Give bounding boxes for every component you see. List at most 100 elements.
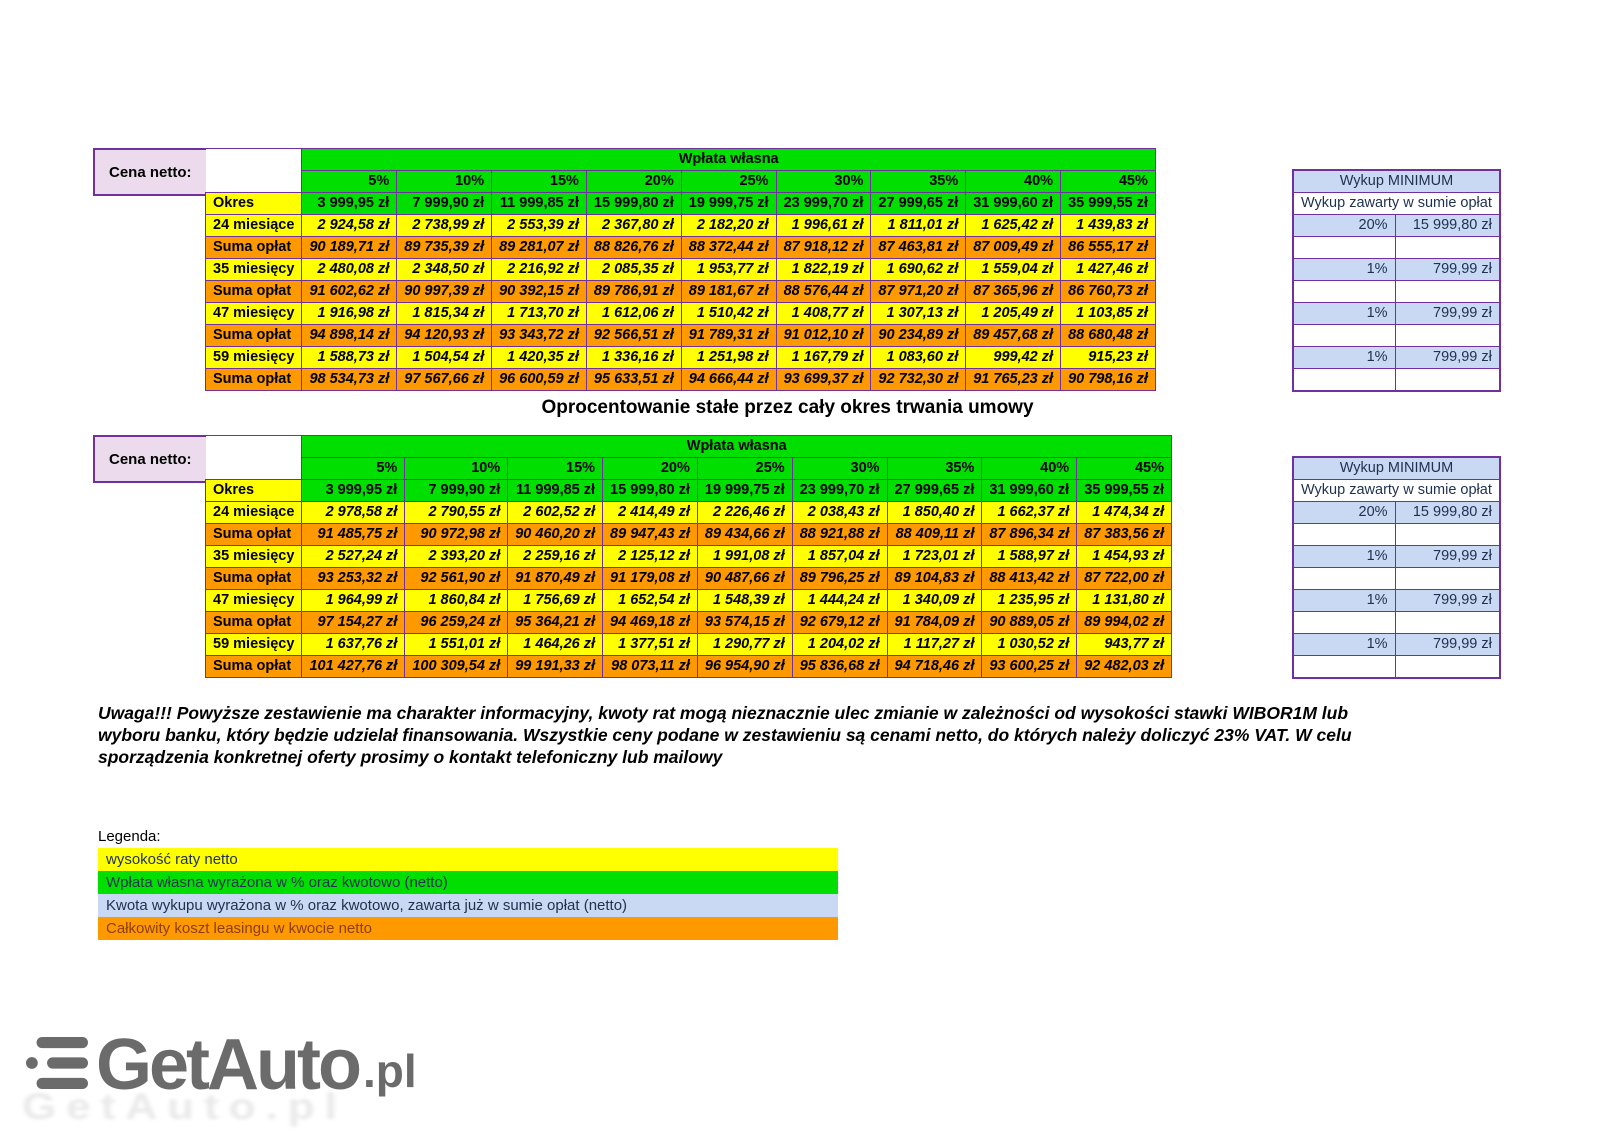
- row-label: Suma opłat: [206, 568, 302, 590]
- wplata-amount-cell: 23 999,70 zł: [776, 193, 871, 215]
- wykup-amount-cell: 15 999,80 zł: [1395, 215, 1500, 237]
- suma-oplat-cell: 97 154,27 zł: [302, 612, 405, 634]
- wplata-amount-cell: 19 999,75 zł: [681, 193, 776, 215]
- rata-cell: 1 510,42 zł: [681, 303, 776, 325]
- okres-label: Okres: [206, 193, 302, 215]
- row-label: Suma opłat: [206, 524, 302, 546]
- suma-oplat-cell: 91 765,23 zł: [966, 369, 1061, 391]
- table-row: Suma opłat101 427,76 zł100 309,54 zł99 1…: [206, 656, 1172, 678]
- table-row: Wpłata własna: [206, 149, 1156, 171]
- rata-cell: 1 850,40 zł: [887, 502, 982, 524]
- wykup-percent-cell: 1%: [1293, 634, 1395, 656]
- table-row: [1293, 612, 1500, 634]
- wykup-amount-cell: [1395, 237, 1500, 259]
- suma-oplat-cell: 96 600,59 zł: [492, 369, 587, 391]
- rata-cell: 915,23 zł: [1061, 347, 1156, 369]
- table-row: Suma opłat97 154,27 zł96 259,24 zł95 364…: [206, 612, 1172, 634]
- row-label: 59 miesięcy: [206, 634, 302, 656]
- rata-cell: 1 167,79 zł: [776, 347, 871, 369]
- rata-cell: 1 117,27 zł: [887, 634, 982, 656]
- rata-cell: 1 030,52 zł: [982, 634, 1077, 656]
- percent-header: 20%: [603, 458, 698, 480]
- section-title: Oprocentowanie stałe przez cały okres tr…: [0, 397, 1575, 419]
- rata-cell: 2 226,46 zł: [697, 502, 792, 524]
- percent-header: 35%: [871, 171, 966, 193]
- suma-oplat-cell: 95 633,51 zł: [586, 369, 681, 391]
- wplata-amount-cell: 7 999,90 zł: [405, 480, 508, 502]
- row-label: 24 miesiące: [206, 215, 302, 237]
- suma-oplat-cell: 92 732,30 zł: [871, 369, 966, 391]
- wykup-percent-cell: [1293, 612, 1395, 634]
- wplata-amount-cell: 15 999,80 zł: [586, 193, 681, 215]
- suma-oplat-cell: 88 921,88 zł: [792, 524, 887, 546]
- suma-oplat-cell: 89 994,02 zł: [1077, 612, 1172, 634]
- wplata-amount-cell: 11 999,85 zł: [508, 480, 603, 502]
- rata-cell: 1 964,99 zł: [302, 590, 405, 612]
- suma-oplat-cell: 89 181,67 zł: [681, 281, 776, 303]
- wykup-percent-cell: 1%: [1293, 347, 1395, 369]
- table-row: 1%799,99 zł: [1293, 347, 1500, 369]
- suma-oplat-cell: 87 463,81 zł: [871, 237, 966, 259]
- suma-oplat-cell: 90 234,89 zł: [871, 325, 966, 347]
- percent-header: 10%: [405, 458, 508, 480]
- legend-title: Legenda:: [98, 826, 838, 848]
- wykup-amount-cell: [1395, 369, 1500, 392]
- wykup-amount-cell: [1395, 524, 1500, 546]
- suma-oplat-cell: 86 760,73 zł: [1061, 281, 1156, 303]
- suma-oplat-cell: 91 784,09 zł: [887, 612, 982, 634]
- suma-oplat-cell: 94 718,46 zł: [887, 656, 982, 678]
- row-label: Suma opłat: [206, 656, 302, 678]
- percent-header: 25%: [681, 171, 776, 193]
- percent-header: 45%: [1061, 171, 1156, 193]
- wykup-amount-cell: 799,99 zł: [1395, 590, 1500, 612]
- rata-cell: 1 464,26 zł: [508, 634, 603, 656]
- suma-oplat-cell: 94 666,44 zł: [681, 369, 776, 391]
- rata-cell: 2 414,49 zł: [603, 502, 698, 524]
- suma-oplat-cell: 101 427,76 zł: [302, 656, 405, 678]
- note-line: Uwaga!!! Powyższe zestawienie ma charakt…: [98, 702, 1483, 724]
- rata-cell: 1 235,95 zł: [982, 590, 1077, 612]
- spacer-cell: [206, 458, 302, 480]
- table-row: 1%799,99 zł: [1293, 546, 1500, 568]
- rata-cell: 2 480,08 zł: [302, 259, 397, 281]
- rata-cell: 2 216,92 zł: [492, 259, 587, 281]
- rata-cell: 1 205,49 zł: [966, 303, 1061, 325]
- percent-header: 30%: [776, 171, 871, 193]
- suma-oplat-cell: 91 485,75 zł: [302, 524, 405, 546]
- table-row: Wykup zawarty w sumie opłat: [1293, 480, 1500, 502]
- row-label: 47 miesięcy: [206, 590, 302, 612]
- suma-oplat-cell: 89 796,25 zł: [792, 568, 887, 590]
- wykup-minimum-table: Wykup MINIMUMWykup zawarty w sumie opłat…: [1292, 456, 1501, 679]
- suma-oplat-cell: 87 365,96 zł: [966, 281, 1061, 303]
- table-row: 24 miesiące2 924,58 zł2 738,99 zł2 553,3…: [206, 215, 1156, 237]
- suma-oplat-cell: 95 364,21 zł: [508, 612, 603, 634]
- table-row: Suma opłat94 898,14 zł94 120,93 zł93 343…: [206, 325, 1156, 347]
- wykup-amount-cell: 15 999,80 zł: [1395, 502, 1500, 524]
- legend-item: Wpłata własna wyrażona w % oraz kwotowo …: [98, 871, 838, 894]
- row-label: 35 miesięcy: [206, 259, 302, 281]
- suma-oplat-cell: 86 555,17 zł: [1061, 237, 1156, 259]
- wplata-amount-cell: 3 999,95 zł: [302, 193, 397, 215]
- rata-cell: 2 038,43 zł: [792, 502, 887, 524]
- suma-oplat-cell: 87 896,34 zł: [982, 524, 1077, 546]
- suma-oplat-cell: 90 392,15 zł: [492, 281, 587, 303]
- wykup-percent-cell: 20%: [1293, 502, 1395, 524]
- table-row: 1%799,99 zł: [1293, 303, 1500, 325]
- rata-cell: 1 756,69 zł: [508, 590, 603, 612]
- rata-cell: 1 625,42 zł: [966, 215, 1061, 237]
- suma-oplat-cell: 91 789,31 zł: [681, 325, 776, 347]
- percent-header: 10%: [397, 171, 492, 193]
- suma-oplat-cell: 88 409,11 zł: [887, 524, 982, 546]
- wykup-percent-cell: [1293, 524, 1395, 546]
- suma-oplat-cell: 93 574,15 zł: [697, 612, 792, 634]
- wykup-percent-cell: 20%: [1293, 215, 1395, 237]
- rata-cell: 1 690,62 zł: [871, 259, 966, 281]
- table-row: 35 miesięcy2 527,24 zł2 393,20 zł2 259,1…: [206, 546, 1172, 568]
- suma-oplat-cell: 92 566,51 zł: [586, 325, 681, 347]
- rata-cell: 1 991,08 zł: [697, 546, 792, 568]
- suma-oplat-cell: 94 120,93 zł: [397, 325, 492, 347]
- wykup-amount-cell: 799,99 zł: [1395, 634, 1500, 656]
- rata-cell: 1 103,85 zł: [1061, 303, 1156, 325]
- note-line: sporządzenia konkretnej oferty prosimy o…: [98, 746, 1483, 768]
- rata-cell: 1 588,97 zł: [982, 546, 1077, 568]
